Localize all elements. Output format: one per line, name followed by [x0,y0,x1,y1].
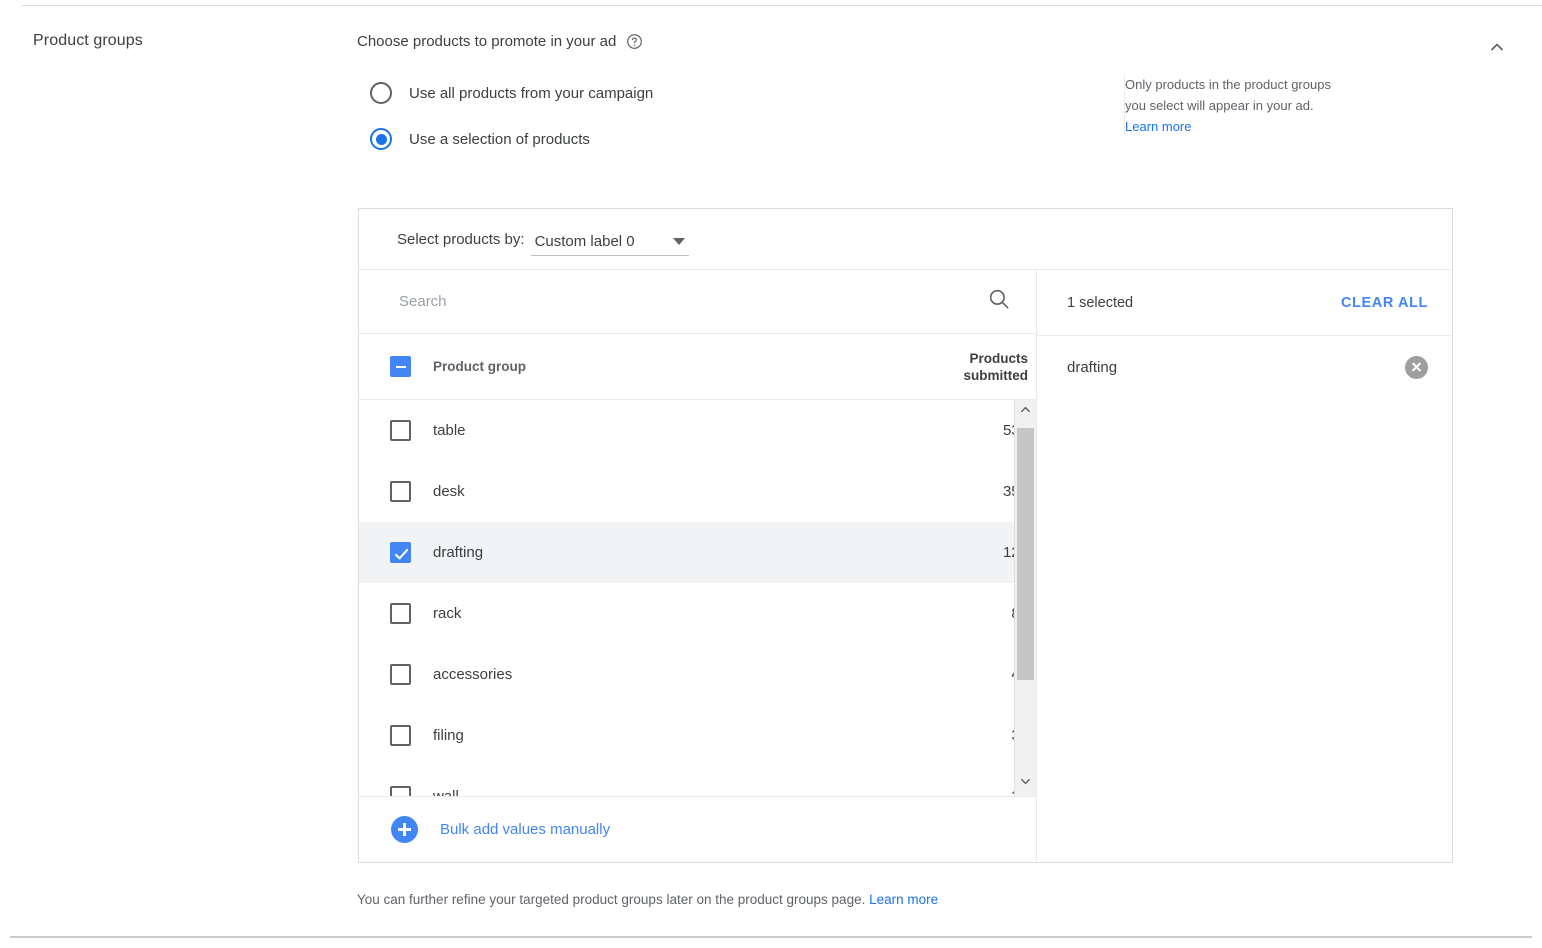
table-row[interactable]: desk 359 [359,461,1036,522]
column-header-products-submitted: Products submitted [963,350,1028,384]
row-checkbox[interactable] [390,481,411,502]
row-label: filing [433,727,1011,744]
footer-learn-more-link[interactable]: Learn more [869,892,938,907]
selected-header: 1 selected CLEAR ALL [1037,270,1452,336]
close-circle-icon[interactable] [1405,356,1428,379]
radio-indicator-all-products[interactable] [370,82,392,104]
select-all-checkbox[interactable] [390,356,411,377]
footer-note-text: You can further refine your targeted pro… [357,892,865,907]
scrollbar-thumb[interactable] [1017,428,1034,680]
search-row [359,270,1036,334]
selected-item-label: drafting [1067,359,1405,376]
scrollbar-up-button[interactable] [1015,400,1036,424]
row-label: rack [433,605,1011,622]
chevron-up-icon [1019,403,1032,421]
table-row[interactable]: drafting 125 [359,522,1036,583]
selected-count-label: 1 selected [1067,295,1341,311]
column-header-products-submitted-line1: Products [963,350,1028,367]
side-note-learn-more-link[interactable]: Learn more [1125,116,1444,137]
chevron-down-icon [673,238,685,245]
row-label: table [433,422,1003,439]
row-label: drafting [433,544,1003,561]
prompt-text: Choose products to promote in your ad [357,33,616,50]
column-header-products-submitted-line2: submitted [963,367,1028,384]
row-label: wall [433,788,1011,796]
picker-body: Product group Products submitted table 5… [359,270,1452,862]
picker-toolbar: Select products by: Custom label 0 [359,209,1452,270]
plus-circle-icon [391,816,418,843]
prompt-row: Choose products to promote in your ad [357,0,1467,50]
radio-label-all-products: Use all products from your campaign [409,85,653,102]
section-bottom-divider [10,936,1532,938]
radio-label-selection: Use a selection of products [409,131,590,148]
selected-groups-pane: 1 selected CLEAR ALL drafting [1037,270,1452,862]
table-row[interactable]: rack 88 [359,583,1036,644]
column-header-product-group: Product group [433,359,963,374]
page-title: Product groups [33,32,143,50]
table-header-row: Product group Products submitted [359,334,1036,400]
row-checkbox[interactable] [390,725,411,746]
table-row[interactable]: accessories 47 [359,644,1036,705]
bulk-add-values-button[interactable]: Bulk add values manually [359,796,1036,862]
side-note-line-2: you select will appear in your ad. [1125,95,1444,116]
side-note-line-1: Only products in the product groups [1125,74,1444,95]
table-row[interactable]: wall 23 [359,766,1036,796]
clear-all-button[interactable]: CLEAR ALL [1341,295,1428,311]
search-input[interactable] [397,292,986,311]
list-scrollbar[interactable] [1014,400,1036,796]
available-groups-pane: Product group Products submitted table 5… [359,270,1037,862]
search-icon[interactable] [986,286,1012,317]
scrollbar-down-button[interactable] [1015,772,1036,796]
product-group-list: table 536 desk 359 drafting 125 [359,400,1036,796]
row-checkbox[interactable] [390,664,411,685]
row-checkbox[interactable] [390,420,411,441]
help-circle-icon[interactable] [626,33,643,50]
selected-item: drafting [1037,336,1452,398]
collapse-section-button[interactable] [1482,34,1512,64]
footer-note: You can further refine your targeted pro… [357,892,938,907]
row-checkbox[interactable] [390,786,411,796]
chevron-up-icon [1487,37,1507,62]
side-note: Only products in the product groups you … [1124,74,1444,137]
select-products-by-dropdown[interactable]: Custom label 0 [531,233,689,256]
select-products-by-value: Custom label 0 [535,233,635,250]
bulk-add-values-label: Bulk add values manually [440,821,610,838]
product-group-picker: Select products by: Custom label 0 Produ… [358,208,1453,863]
chevron-down-icon [1019,775,1032,793]
row-label: accessories [433,666,1011,683]
row-checkbox[interactable] [390,603,411,624]
product-group-list-scroll: table 536 desk 359 drafting 125 [359,400,1036,796]
row-label: desk [433,483,1003,500]
select-products-by-label: Select products by: [397,231,525,248]
table-row[interactable]: table 536 [359,400,1036,461]
radio-indicator-selection[interactable] [370,128,392,150]
table-row[interactable]: filing 33 [359,705,1036,766]
row-checkbox[interactable] [390,542,411,563]
